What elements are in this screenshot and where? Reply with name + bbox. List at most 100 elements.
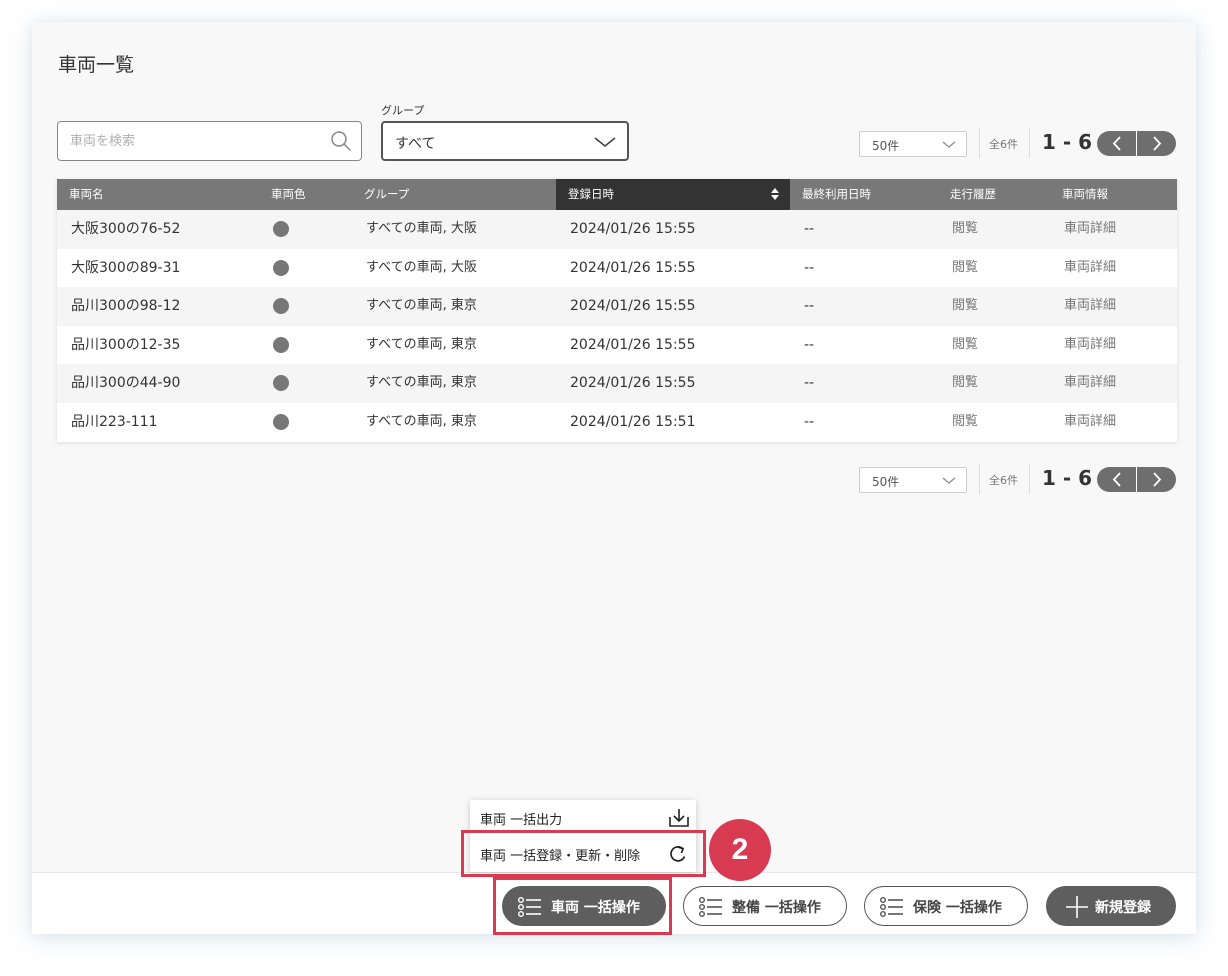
vehicle-name: 品川300の98-12 — [71, 298, 181, 315]
history-link[interactable]: 閲覧 — [938, 326, 978, 365]
chevron-down-icon — [942, 141, 956, 148]
insurance-bulk-button[interactable]: 保険 一括操作 — [864, 886, 1028, 926]
group-select-value: すべて — [395, 136, 436, 152]
chevron-left-icon — [1112, 472, 1121, 487]
vehicle-name: 品川223-111 — [71, 413, 158, 430]
registered-at: 2024/01/26 15:55 — [570, 336, 696, 353]
chevron-right-icon — [1153, 136, 1162, 151]
detail-link[interactable]: 車両詳細 — [1050, 249, 1116, 288]
total-count: 全6件 — [989, 138, 1018, 151]
list-icon — [699, 897, 722, 918]
vehicle-name: 品川300の44-90 — [71, 375, 181, 392]
detail-link[interactable]: 車両詳細 — [1050, 364, 1116, 403]
table-row: 品川300の44-90 すべての車両, 東京 2024/01/26 15:55 … — [57, 364, 1177, 403]
per-page-value: 50件 — [872, 139, 900, 153]
detail-link[interactable]: 車両詳細 — [1050, 403, 1116, 442]
color-dot — [273, 298, 289, 315]
group-select[interactable]: すべて — [381, 121, 629, 161]
step-badge: 2 — [709, 819, 771, 881]
pager-top: 50件 全6件 1 - 6 — [859, 128, 1179, 158]
history-link[interactable]: 閲覧 — [938, 403, 978, 442]
highlight-box-menu-item — [461, 830, 706, 877]
color-dot — [273, 375, 289, 392]
vehicle-group: すべての車両, 大阪 — [366, 221, 477, 236]
vehicle-group: すべての車両, 東京 — [366, 298, 477, 314]
vehicle-name: 大阪300の89-31 — [71, 259, 181, 276]
last-used-at: -- — [804, 413, 815, 430]
history-link[interactable]: 閲覧 — [938, 364, 978, 403]
detail-link[interactable]: 車両詳細 — [1050, 287, 1116, 326]
per-page-select[interactable]: 50件 — [859, 131, 967, 157]
registered-at: 2024/01/26 15:55 — [570, 259, 696, 276]
column-header-group[interactable]: グループ — [352, 179, 556, 210]
new-register-label: 新規登録 — [1095, 900, 1151, 916]
download-icon — [669, 809, 689, 827]
color-dot — [273, 413, 289, 430]
vehicle-color — [259, 249, 289, 288]
maintenance-bulk-label: 整備 一括操作 — [732, 900, 821, 916]
color-dot — [273, 336, 289, 353]
insurance-bulk-label: 保険 一括操作 — [913, 900, 1002, 916]
vehicle-group: すべての車両, 東京 — [366, 413, 477, 429]
vehicle-group: すべての車両, 東京 — [366, 375, 477, 391]
vehicle-group: すべての車両, 大阪 — [366, 259, 477, 275]
page-nav — [1097, 467, 1176, 492]
chevron-left-icon — [1112, 136, 1121, 151]
column-header-last-used[interactable]: 最終利用日時 — [790, 179, 938, 210]
column-header-history[interactable]: 走行履歴 — [938, 179, 1050, 210]
menu-item-label: 車両 一括出力 — [480, 813, 563, 828]
prev-page-button[interactable] — [1097, 467, 1136, 492]
detail-link[interactable]: 車両詳細 — [1050, 326, 1116, 365]
column-header-info[interactable]: 車両情報 — [1050, 179, 1177, 210]
vehicle-color — [259, 364, 289, 403]
history-link[interactable]: 閲覧 — [938, 287, 978, 326]
chevron-down-icon — [942, 477, 956, 484]
table-row: 大阪300の76-52 すべての車両, 大阪 2024/01/26 15:55 … — [57, 210, 1177, 249]
column-header-registered[interactable]: 登録日時 — [556, 179, 790, 210]
group-label: グループ — [381, 104, 425, 117]
history-link[interactable]: 閲覧 — [938, 210, 978, 249]
table-row: 品川300の98-12 すべての車両, 東京 2024/01/26 15:55 … — [57, 287, 1177, 326]
registered-at: 2024/01/26 15:51 — [570, 413, 696, 430]
per-page-select[interactable]: 50件 — [859, 467, 967, 493]
page-range: 1 - 6 — [1042, 130, 1093, 154]
column-header-name[interactable]: 車両名 — [57, 179, 259, 210]
chevron-down-icon — [594, 137, 616, 148]
vehicle-color — [259, 403, 289, 442]
chevron-right-icon — [1153, 472, 1162, 487]
divider — [979, 128, 980, 158]
search-input[interactable] — [70, 132, 320, 150]
vehicle-group: すべての車両, 東京 — [366, 336, 477, 352]
color-dot — [273, 259, 289, 276]
search-icon[interactable] — [329, 129, 353, 153]
prev-page-button[interactable] — [1097, 131, 1136, 156]
history-link[interactable]: 閲覧 — [938, 249, 978, 288]
page-range: 1 - 6 — [1042, 466, 1093, 490]
highlight-box-vehicle-bulk — [493, 877, 672, 935]
maintenance-bulk-button[interactable]: 整備 一括操作 — [683, 886, 847, 926]
vehicle-list-panel: 車両一覧 グループ すべて 50件 全6件 1 - 6 — [32, 22, 1196, 935]
color-dot — [273, 221, 289, 237]
pager-bottom: 50件 全6件 1 - 6 — [859, 464, 1179, 494]
vehicle-name: 大阪300の76-52 — [71, 221, 181, 237]
new-register-button[interactable]: 新規登録 — [1046, 886, 1176, 926]
table-row: 大阪300の89-31 すべての車両, 大阪 2024/01/26 15:55 … — [57, 248, 1177, 288]
next-page-button[interactable] — [1137, 131, 1176, 156]
per-page-value: 50件 — [872, 475, 900, 489]
vehicle-color — [259, 287, 289, 326]
vehicle-color — [259, 326, 289, 365]
next-page-button[interactable] — [1137, 467, 1176, 492]
last-used-at: -- — [804, 259, 815, 276]
total-count: 全6件 — [989, 474, 1018, 487]
column-header-color[interactable]: 車両色 — [259, 179, 352, 210]
vehicle-name: 品川300の12-35 — [71, 336, 181, 353]
detail-link[interactable]: 車両詳細 — [1050, 210, 1116, 249]
table-body: 大阪300の76-52 すべての車両, 大阪 2024/01/26 15:55 … — [57, 210, 1177, 442]
registered-at: 2024/01/26 15:55 — [570, 375, 696, 392]
plus-icon — [1066, 896, 1088, 918]
table-header: 車両名 車両色 グループ 登録日時 最終利用日時 走行履歴 車両情報 — [57, 179, 1177, 210]
page-nav — [1097, 131, 1176, 156]
registered-at: 2024/01/26 15:55 — [570, 298, 696, 315]
divider — [1029, 128, 1030, 158]
search-box[interactable] — [57, 121, 362, 161]
